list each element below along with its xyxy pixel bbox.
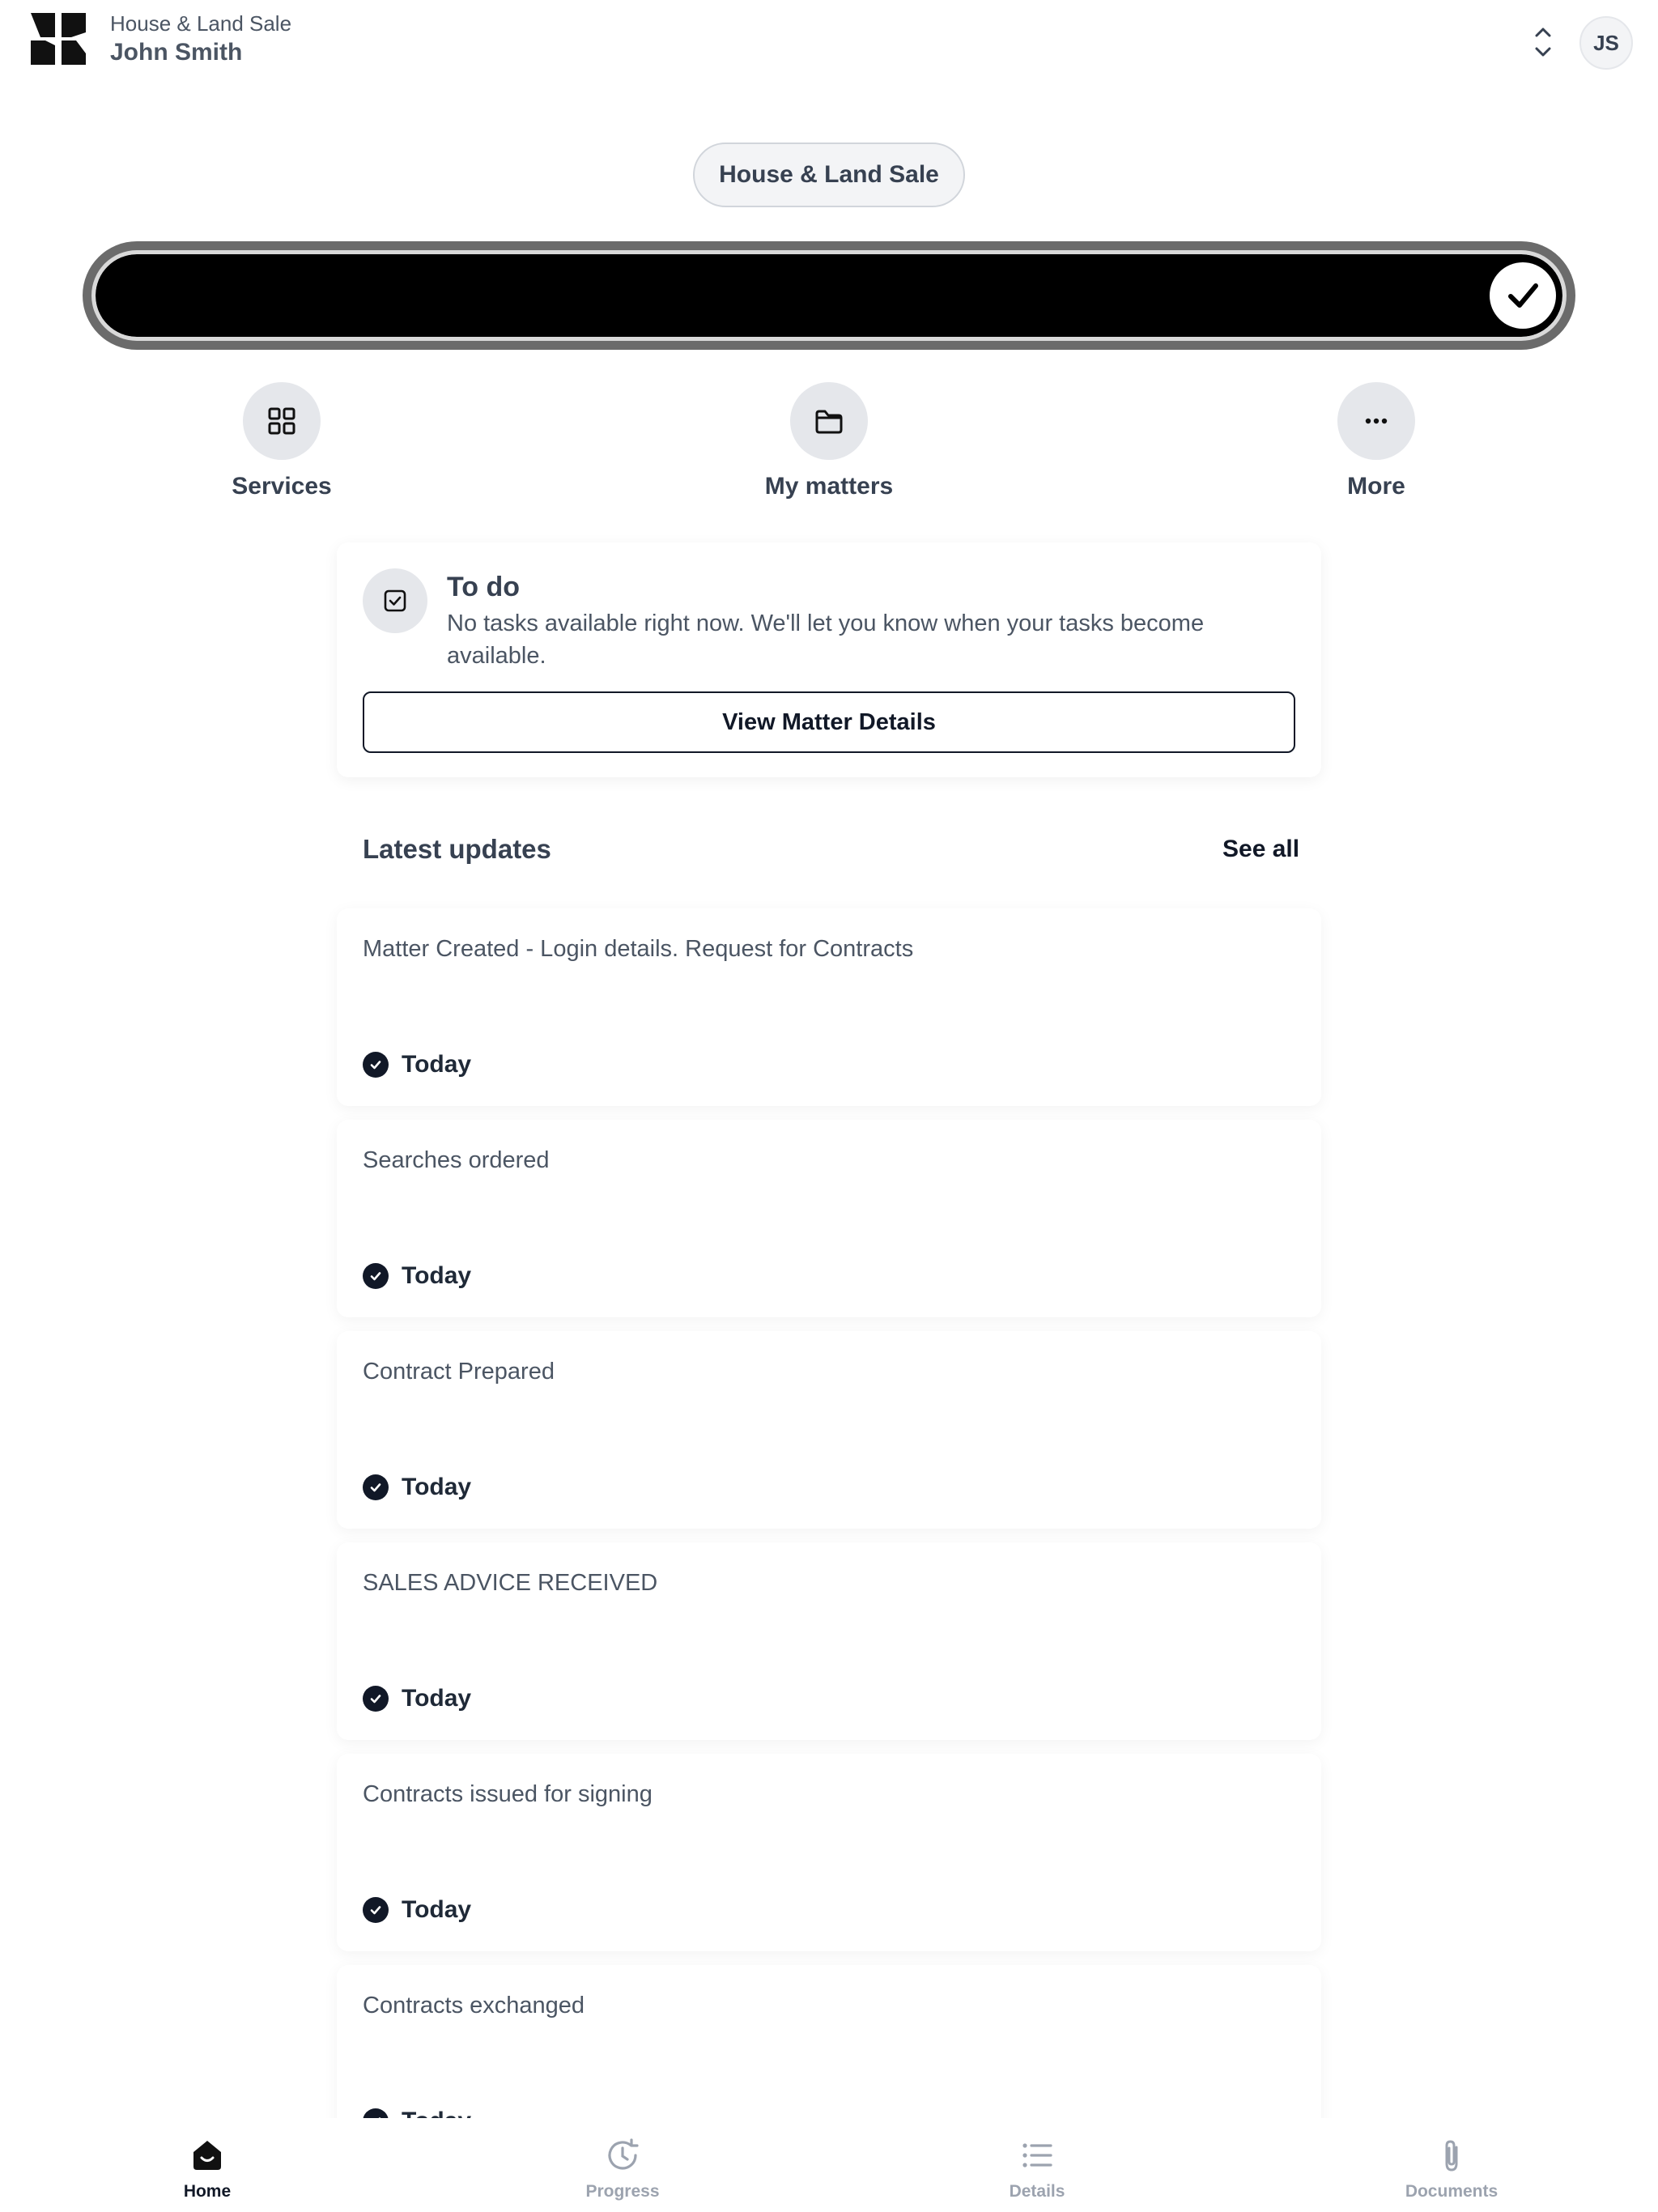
matter-pill[interactable]: House & Land Sale (693, 143, 965, 207)
nav-details[interactable]: Details (956, 2136, 1118, 2201)
check-circle-icon (363, 1686, 389, 1712)
check-circle-icon (363, 1897, 389, 1923)
chevron-up-down-icon[interactable] (1528, 23, 1558, 62)
update-status: Today (363, 1262, 471, 1290)
update-card[interactable]: Matter Created - Login details. Request … (337, 908, 1321, 1106)
update-text: Searches ordered (363, 1147, 550, 1173)
nav-progress[interactable]: Progress (542, 2136, 704, 2201)
todo-message: No tasks available right now. We'll let … (447, 610, 1205, 669)
update-text: Contract Prepared (363, 1359, 555, 1385)
update-text: SALES ADVICE RECEIVED (363, 1570, 658, 1596)
todo-title: To do (447, 572, 520, 602)
progress-track (96, 254, 1562, 337)
update-date: Today (402, 1896, 472, 1923)
more-button[interactable]: More (1279, 382, 1473, 500)
see-all-link[interactable]: See all (1222, 836, 1299, 863)
update-status: Today (363, 1051, 471, 1078)
update-date: Today (402, 1685, 472, 1712)
list-icon (1022, 2143, 1052, 2167)
update-status: Today (363, 1685, 471, 1712)
nav-documents[interactable]: Documents (1371, 2136, 1533, 2201)
more-label: More (1347, 473, 1405, 500)
progress-fill (96, 254, 1562, 337)
todo-card: To do No tasks available right now. We'l… (337, 542, 1321, 777)
grid-icon (243, 382, 321, 460)
my-matters-label: My matters (764, 473, 894, 500)
update-card[interactable]: Searches ordered Today (337, 1120, 1321, 1317)
update-text: Matter Created - Login details. Request … (363, 936, 914, 962)
home-icon (193, 2141, 221, 2170)
update-text: Contracts issued for signing (363, 1781, 653, 1807)
avatar[interactable]: JS (1579, 16, 1633, 70)
nav-progress-label: Progress (585, 2182, 660, 2201)
update-status: Today (363, 1474, 471, 1501)
update-status: Today (363, 1896, 471, 1924)
check-circle-icon (363, 1474, 389, 1500)
update-date: Today (402, 1262, 472, 1289)
my-matters-button[interactable]: My matters (732, 382, 926, 500)
matter-progress-bar (83, 241, 1575, 350)
header-matter-type: House & Land Sale (110, 11, 292, 36)
latest-updates-title: Latest updates (363, 834, 551, 864)
services-label: Services (232, 473, 332, 500)
update-card[interactable]: SALES ADVICE RECEIVED Today (337, 1542, 1321, 1740)
update-card[interactable]: Contracts issued for signing Today (337, 1754, 1321, 1951)
app-header: House & Land Sale John Smith JS (0, 0, 1658, 89)
update-card[interactable]: Contract Prepared Today (337, 1331, 1321, 1529)
services-button[interactable]: Services (185, 382, 379, 500)
nav-home[interactable]: Home (126, 2136, 288, 2201)
nav-documents-label: Documents (1405, 2182, 1499, 2201)
check-circle-icon (363, 1052, 389, 1078)
nav-home-label: Home (183, 2182, 232, 2201)
clock-arrow-icon (608, 2138, 639, 2170)
nav-details-label: Details (1009, 2182, 1065, 2201)
check-circle-icon (363, 1263, 389, 1289)
update-date: Today (402, 1051, 472, 1078)
folder-icon (790, 382, 868, 460)
bottom-nav: Home Progress Details Documents (0, 2118, 1658, 2212)
update-date: Today (402, 1474, 472, 1500)
view-matter-details-button[interactable]: View Matter Details (363, 691, 1295, 753)
checkmark-icon (1490, 262, 1556, 329)
logo-icon (31, 13, 86, 65)
checkbox-icon (363, 568, 427, 633)
ellipsis-icon (1337, 382, 1415, 460)
update-text: Contracts exchanged (363, 1993, 585, 2018)
header-user-name: John Smith (110, 39, 243, 66)
paperclip-icon (1445, 2140, 1458, 2172)
